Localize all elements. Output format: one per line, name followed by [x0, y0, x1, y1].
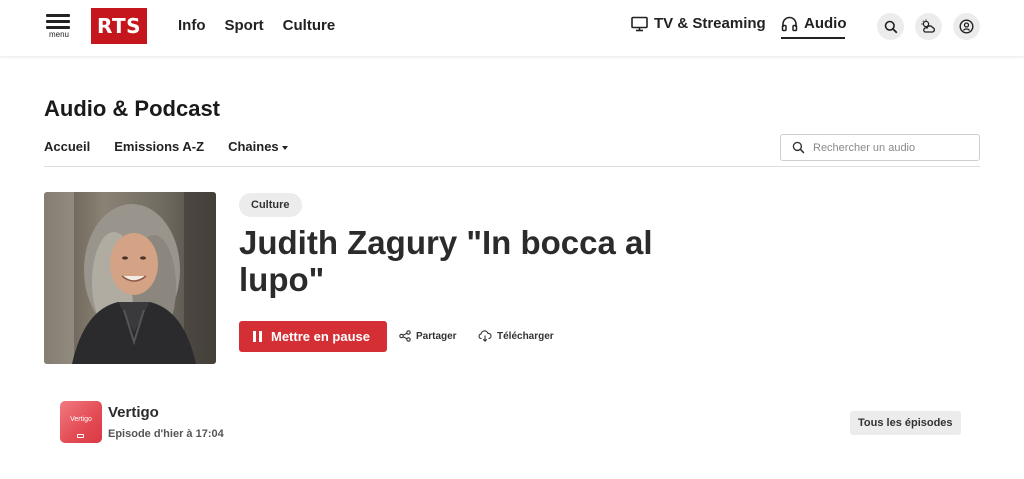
search-icon — [884, 20, 897, 33]
tv-streaming-label: TV & Streaming — [654, 15, 766, 32]
search-input[interactable] — [813, 141, 963, 154]
divider — [44, 166, 980, 167]
show-logo[interactable]: Vertigo — [60, 401, 102, 443]
pause-icon — [253, 331, 262, 342]
account-icon — [959, 19, 974, 34]
nav-item-sport[interactable]: Sport — [225, 17, 264, 34]
main-nav: Info Sport Culture — [178, 17, 335, 34]
all-episodes-button[interactable]: Tous les épisodes — [850, 411, 961, 435]
subnav-item-chaines-label: Chaines — [228, 139, 279, 154]
rts-logo[interactable]: RTS — [91, 8, 147, 44]
weather-icon — [921, 19, 935, 33]
audio-label: Audio — [804, 15, 847, 32]
nav-item-info[interactable]: Info — [178, 17, 206, 34]
search-icon — [792, 141, 805, 154]
show-logo-text: Vertigo — [70, 416, 92, 423]
search-button[interactable] — [877, 13, 904, 40]
nav-tv-streaming[interactable]: TV & Streaming — [631, 15, 766, 32]
download-button[interactable]: Télécharger — [478, 330, 554, 342]
radio-icon — [77, 434, 84, 438]
episode-title: Judith Zagury "In bocca al lupo" — [239, 224, 653, 298]
top-bar: menu RTS Info Sport Culture TV & Streami… — [0, 0, 1024, 56]
nav-audio[interactable]: Audio — [781, 15, 847, 32]
show-episode-date: Episode d'hier à 17:04 — [108, 428, 224, 440]
download-label: Télécharger — [497, 330, 554, 342]
weather-button[interactable] — [915, 13, 942, 40]
hamburger-icon — [46, 14, 70, 17]
show-name[interactable]: Vertigo — [108, 404, 159, 421]
subnav-item-chaines[interactable]: Chaines — [228, 139, 288, 154]
cloud-download-icon — [478, 330, 492, 342]
share-icon — [399, 330, 411, 342]
active-nav-underline — [781, 37, 845, 39]
menu-label: menu — [48, 30, 69, 39]
subnav-item-emissions[interactable]: Emissions A-Z — [114, 139, 204, 154]
category-tag[interactable]: Culture — [239, 193, 302, 217]
nav-item-culture[interactable]: Culture — [283, 17, 336, 34]
share-button[interactable]: Partager — [399, 330, 457, 342]
page-title: Audio & Podcast — [44, 96, 221, 121]
headphones-icon — [781, 16, 798, 31]
hamburger-icon-line — [46, 20, 70, 23]
account-button[interactable] — [953, 13, 980, 40]
audio-subnav: Accueil Emissions A-Z Chaines — [44, 139, 288, 154]
pause-button[interactable]: Mettre en pause — [239, 321, 387, 352]
episode-cover-image — [44, 192, 216, 364]
tv-icon — [631, 16, 648, 31]
chevron-down-icon — [281, 145, 288, 150]
subnav-item-accueil[interactable]: Accueil — [44, 139, 90, 154]
share-label: Partager — [416, 330, 457, 342]
audio-search-box[interactable] — [780, 134, 980, 161]
menu-button[interactable]: menu — [45, 12, 73, 40]
pause-label: Mettre en pause — [271, 329, 370, 344]
hamburger-icon-line — [46, 26, 70, 29]
portrait-photo — [44, 192, 216, 364]
